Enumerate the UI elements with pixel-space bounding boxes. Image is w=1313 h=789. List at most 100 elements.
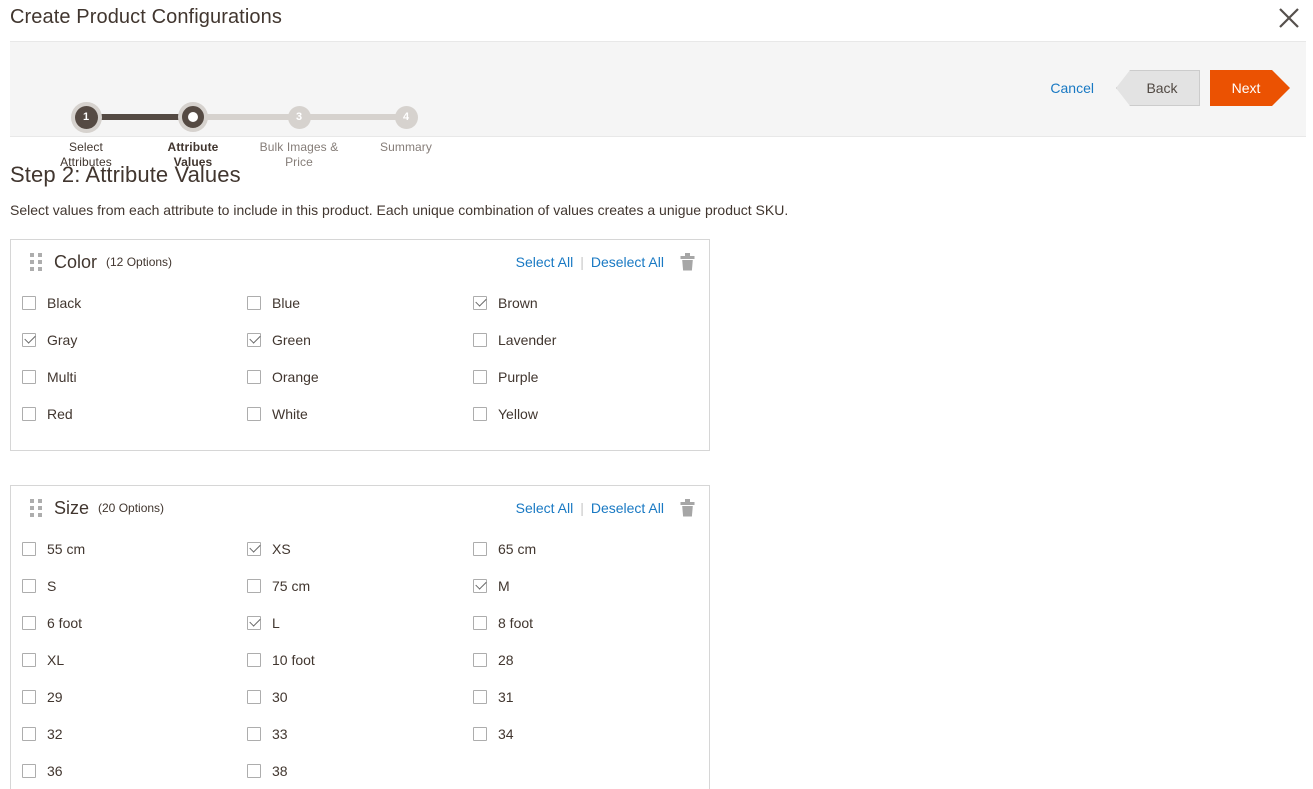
option-label: 6 foot	[47, 614, 83, 631]
option-m[interactable]: M	[473, 567, 700, 604]
checkbox[interactable]	[22, 332, 36, 347]
option-yellow[interactable]: Yellow	[473, 395, 700, 432]
option-29[interactable]: 29	[22, 678, 247, 715]
panel-option-count: (12 Options)	[106, 255, 173, 269]
checkbox[interactable]	[22, 763, 36, 778]
option-34[interactable]: 34	[473, 715, 700, 752]
drag-handle-icon[interactable]	[30, 253, 42, 271]
option-green[interactable]: Green	[247, 321, 473, 358]
option-orange[interactable]: Orange	[247, 358, 473, 395]
option-black[interactable]: Black	[22, 284, 247, 321]
checkbox[interactable]	[473, 406, 487, 421]
option-label: Purple	[498, 368, 539, 385]
option-xs[interactable]: XS	[247, 530, 473, 567]
checkbox[interactable]	[473, 332, 487, 347]
create-product-configurations-modal: Create Product Configurations 1 Select At…	[0, 0, 1313, 789]
checkbox[interactable]	[473, 689, 487, 704]
option-10-foot[interactable]: 10 foot	[247, 641, 473, 678]
option-32[interactable]: 32	[22, 715, 247, 752]
checkbox[interactable]	[247, 615, 261, 630]
checkbox[interactable]	[247, 541, 261, 556]
checkbox[interactable]	[247, 726, 261, 741]
deselect-all-link[interactable]: Deselect All	[591, 500, 664, 516]
option-grid-color: Black Blue Brown Gray Green Lavender Mul…	[11, 284, 709, 432]
option-xl[interactable]: XL	[22, 641, 247, 678]
option-multi[interactable]: Multi	[22, 358, 247, 395]
back-button[interactable]: Back	[1116, 70, 1200, 106]
option-31[interactable]: 31	[473, 678, 700, 715]
option-36[interactable]: 36	[22, 752, 247, 789]
option-6-foot[interactable]: 6 foot	[22, 604, 247, 641]
option-8-foot[interactable]: 8 foot	[473, 604, 700, 641]
checkbox[interactable]	[22, 295, 36, 310]
checkbox[interactable]	[247, 332, 261, 347]
wizard-actions: Cancel Back Next	[1050, 70, 1290, 106]
panel-title: Color	[54, 251, 98, 272]
checkbox[interactable]	[247, 295, 261, 310]
option-label: 32	[47, 725, 63, 742]
checkbox[interactable]	[247, 406, 261, 421]
checkbox[interactable]	[247, 578, 261, 593]
trash-icon[interactable]	[679, 498, 695, 518]
attribute-panel-size: Size (20 Options) Select All | Deselect …	[10, 485, 710, 789]
option-label: 36	[47, 762, 63, 779]
option-label: Orange	[272, 368, 319, 385]
section-description: Select values from each attribute to inc…	[10, 202, 789, 218]
checkbox[interactable]	[247, 652, 261, 667]
option-label: 33	[272, 725, 288, 742]
select-all-link[interactable]: Select All	[516, 500, 574, 516]
option-65-cm[interactable]: 65 cm	[473, 530, 700, 567]
option-brown[interactable]: Brown	[473, 284, 700, 321]
checkbox[interactable]	[247, 369, 261, 384]
option-lavender[interactable]: Lavender	[473, 321, 700, 358]
checkbox[interactable]	[22, 369, 36, 384]
option-30[interactable]: 30	[247, 678, 473, 715]
checkbox[interactable]	[247, 763, 261, 778]
cancel-button[interactable]: Cancel	[1050, 80, 1094, 96]
option-blue[interactable]: Blue	[247, 284, 473, 321]
wizard-step-summary[interactable]: 4 Summary	[336, 102, 476, 155]
option-55-cm[interactable]: 55 cm	[22, 530, 247, 567]
option-label: Blue	[272, 294, 301, 311]
drag-handle-icon[interactable]	[30, 499, 42, 517]
panel-header-actions: Select All | Deselect All	[516, 252, 695, 272]
option-38[interactable]: 38	[247, 752, 473, 789]
select-all-link[interactable]: Select All	[516, 254, 574, 270]
checkbox[interactable]	[22, 406, 36, 421]
step-1-marker: 1	[74, 105, 98, 129]
checkbox[interactable]	[22, 578, 36, 593]
option-label: Green	[272, 331, 311, 348]
close-icon[interactable]	[1271, 0, 1307, 36]
option-75-cm[interactable]: 75 cm	[247, 567, 473, 604]
checkbox[interactable]	[473, 726, 487, 741]
option-label: S	[47, 577, 57, 594]
checkbox[interactable]	[22, 726, 36, 741]
attribute-panel-color: Color (12 Options) Select All | Deselect…	[10, 239, 710, 451]
trash-icon[interactable]	[679, 252, 695, 272]
option-label: Multi	[47, 368, 77, 385]
option-28[interactable]: 28	[473, 641, 700, 678]
checkbox[interactable]	[473, 369, 487, 384]
option-purple[interactable]: Purple	[473, 358, 700, 395]
checkbox[interactable]	[473, 295, 487, 310]
deselect-all-link[interactable]: Deselect All	[591, 254, 664, 270]
checkbox[interactable]	[247, 689, 261, 704]
option-gray[interactable]: Gray	[22, 321, 247, 358]
option-red[interactable]: Red	[22, 395, 247, 432]
checkbox[interactable]	[22, 541, 36, 556]
option-white[interactable]: White	[247, 395, 473, 432]
next-button[interactable]: Next	[1210, 70, 1290, 106]
option-l[interactable]: L	[247, 604, 473, 641]
checkbox[interactable]	[473, 652, 487, 667]
option-s[interactable]: S	[22, 567, 247, 604]
option-label: 30	[272, 688, 288, 705]
checkbox[interactable]	[22, 615, 36, 630]
checkbox[interactable]	[22, 652, 36, 667]
checkbox[interactable]	[473, 615, 487, 630]
checkbox[interactable]	[22, 689, 36, 704]
checkbox[interactable]	[473, 578, 487, 593]
checkbox[interactable]	[473, 541, 487, 556]
link-separator: |	[580, 254, 584, 270]
option-33[interactable]: 33	[247, 715, 473, 752]
panel-header: Color (12 Options) Select All | Deselect…	[11, 240, 709, 284]
